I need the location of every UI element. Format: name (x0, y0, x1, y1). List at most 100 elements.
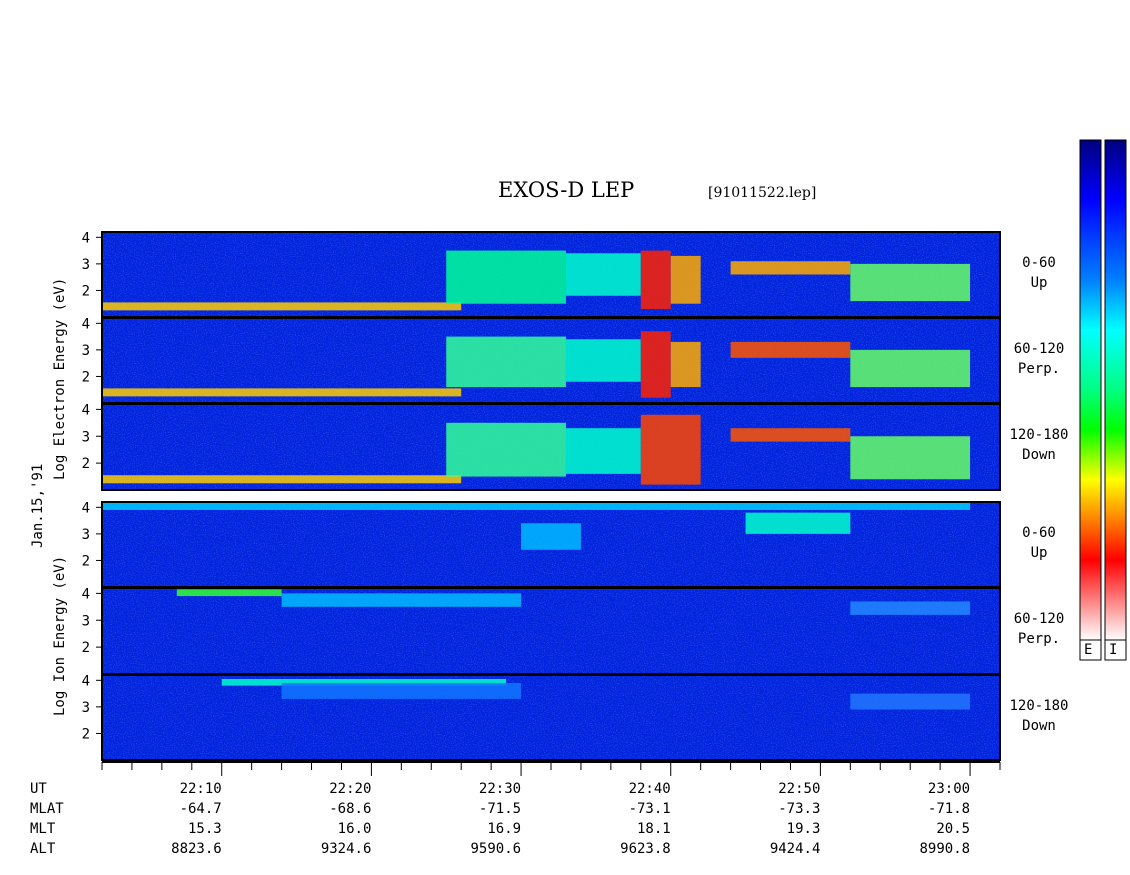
ephemeris-alt: 8990.8 (919, 841, 971, 857)
ephemeris-ut: 22:30 (478, 781, 522, 797)
flux-region (670, 341, 701, 388)
y-tick-label: 3 (82, 429, 90, 445)
panel-label: 0-60 Up (1004, 523, 1074, 563)
flux-region (850, 349, 971, 388)
colorbar-label-e: E (1084, 642, 1093, 658)
spectrogram-panel-ion-down: 4 3 2 (82, 673, 1001, 761)
y-tick-label: 4 (82, 316, 90, 332)
pitch-direction: Down (1022, 717, 1056, 734)
y-tick-label: 3 (82, 527, 90, 543)
y-tick-label: 2 (82, 456, 90, 472)
pitch-angle-range: 60-120 (1013, 611, 1065, 627)
flux-region (640, 331, 671, 398)
ephemeris-alt: 8823.6 (171, 841, 222, 857)
spectrogram-panel-ion-up: 4 3 2 (82, 500, 1001, 588)
ephemeris-mlt: 16.9 (487, 821, 522, 837)
flux-region (446, 250, 566, 304)
flux-region (730, 341, 851, 358)
flux-region (850, 601, 971, 615)
ephemeris-mlat: -73.3 (778, 801, 821, 817)
flux-region (446, 336, 566, 388)
ephemeris-ut: 22:10 (179, 781, 222, 797)
flux-region (850, 436, 971, 480)
colorbar-electron (1079, 139, 1102, 641)
pitch-direction: Up (1030, 274, 1048, 291)
pitch-direction: Up (1030, 544, 1048, 561)
file-name: [91011522.lep] (708, 185, 817, 201)
ephemeris-alt: 9324.6 (320, 841, 372, 857)
flux-region (281, 593, 522, 607)
y-tick-label: 4 (82, 230, 90, 246)
flux-region (730, 428, 851, 442)
ephemeris-mlt: 15.3 (188, 821, 222, 837)
ephemeris-alt: 9590.6 (470, 841, 522, 857)
date-label: Jan.15,'91 (30, 463, 46, 548)
flux-region (102, 502, 971, 510)
ephemeris-mlt: 20.5 (936, 821, 971, 837)
y-tick-label: 2 (82, 726, 90, 742)
pitch-angle-range: 60-120 (1013, 340, 1065, 357)
ephemeris-mlt: 19.3 (786, 821, 821, 837)
ephemeris-ut: 23:00 (927, 781, 971, 797)
spectrogram-panel-electron-up: 4 3 2 (82, 230, 1001, 318)
ephemeris-ut: 22:20 (329, 781, 372, 797)
flux-region (640, 250, 671, 310)
ephemeris-row-label: MLAT (30, 801, 64, 817)
ephemeris-mlat: -68.6 (329, 801, 372, 817)
ephemeris-row-label: ALT (30, 841, 56, 857)
ephemeris-mlt: 16.0 (337, 821, 372, 837)
panel-label: 60-120 Perp. (1004, 609, 1074, 649)
ephemeris-mlt: 18.1 (637, 821, 671, 837)
y-tick-label: 4 (82, 402, 90, 418)
flux-region (850, 693, 971, 710)
flux-region (745, 512, 851, 534)
ephemeris-row-label: MLT (30, 821, 56, 837)
ephemeris-mlat: -64.7 (179, 801, 222, 817)
flux-region (176, 589, 282, 597)
ephemeris-row-label: UT (30, 781, 47, 797)
y-tick-label: 2 (82, 553, 90, 569)
y-tick-label: 3 (82, 700, 90, 716)
ephemeris-ut: 22:40 (628, 781, 671, 797)
flux-region (640, 414, 701, 485)
ephemeris-mlat: -71.5 (478, 801, 522, 817)
panel-label: 60-120 Perp. (1004, 339, 1074, 379)
y-tick-label: 4 (82, 673, 90, 689)
flux-region (102, 388, 462, 397)
colorbar-label-i: I (1109, 642, 1118, 658)
panel-noise (102, 588, 1000, 674)
pitch-direction: Down (1022, 447, 1056, 463)
panel-noise (102, 675, 1000, 760)
flux-region (670, 255, 701, 304)
pitch-angle-range: 120-180 (1009, 427, 1069, 443)
ephemeris-alt: 9424.4 (769, 841, 821, 857)
flux-region (281, 682, 522, 699)
spectrogram-panel-electron-down: 4 3 2 (82, 402, 1001, 491)
y-tick-label: 2 (82, 369, 90, 385)
flux-region (102, 475, 462, 484)
pitch-angle-range: 0-60 (1022, 254, 1056, 271)
plot-title: EXOS-D LEP (498, 178, 635, 202)
flux-region (730, 261, 851, 275)
ephemeris-ut: 22:50 (778, 781, 821, 797)
spectrogram-panel-ion-perp: 4 3 2 (82, 586, 1001, 675)
ion-axis-label: Log Ion Energy (eV) (52, 555, 68, 716)
flux-region (102, 302, 462, 311)
panel-label: 120-180 Down (1004, 696, 1074, 736)
y-tick-label: 2 (82, 640, 90, 656)
pitch-direction: Perp. (1017, 360, 1061, 377)
ephemeris-mlat: -71.8 (927, 801, 971, 817)
y-tick-label: 3 (82, 343, 90, 359)
ephemeris-mlat: -73.1 (628, 801, 671, 817)
panel-label: 0-60 Up (1004, 253, 1074, 293)
spectrogram-panel-electron-perp: 4 3 2 (82, 316, 1001, 404)
spectrogram-plot: 4 3 2 4 3 2 4 3 2 4 3 2 4 3 2 4 3 2 (82, 139, 1127, 776)
y-tick-label: 4 (82, 500, 90, 516)
pitch-angle-range: 0-60 (1022, 524, 1056, 541)
ephemeris-alt: 9623.8 (620, 841, 671, 857)
y-tick-label: 3 (82, 613, 90, 629)
panel-label: 120-180 Down (1004, 425, 1074, 465)
y-tick-label: 3 (82, 257, 90, 273)
y-tick-label: 2 (82, 283, 90, 299)
pitch-direction: Perp. (1017, 631, 1061, 647)
